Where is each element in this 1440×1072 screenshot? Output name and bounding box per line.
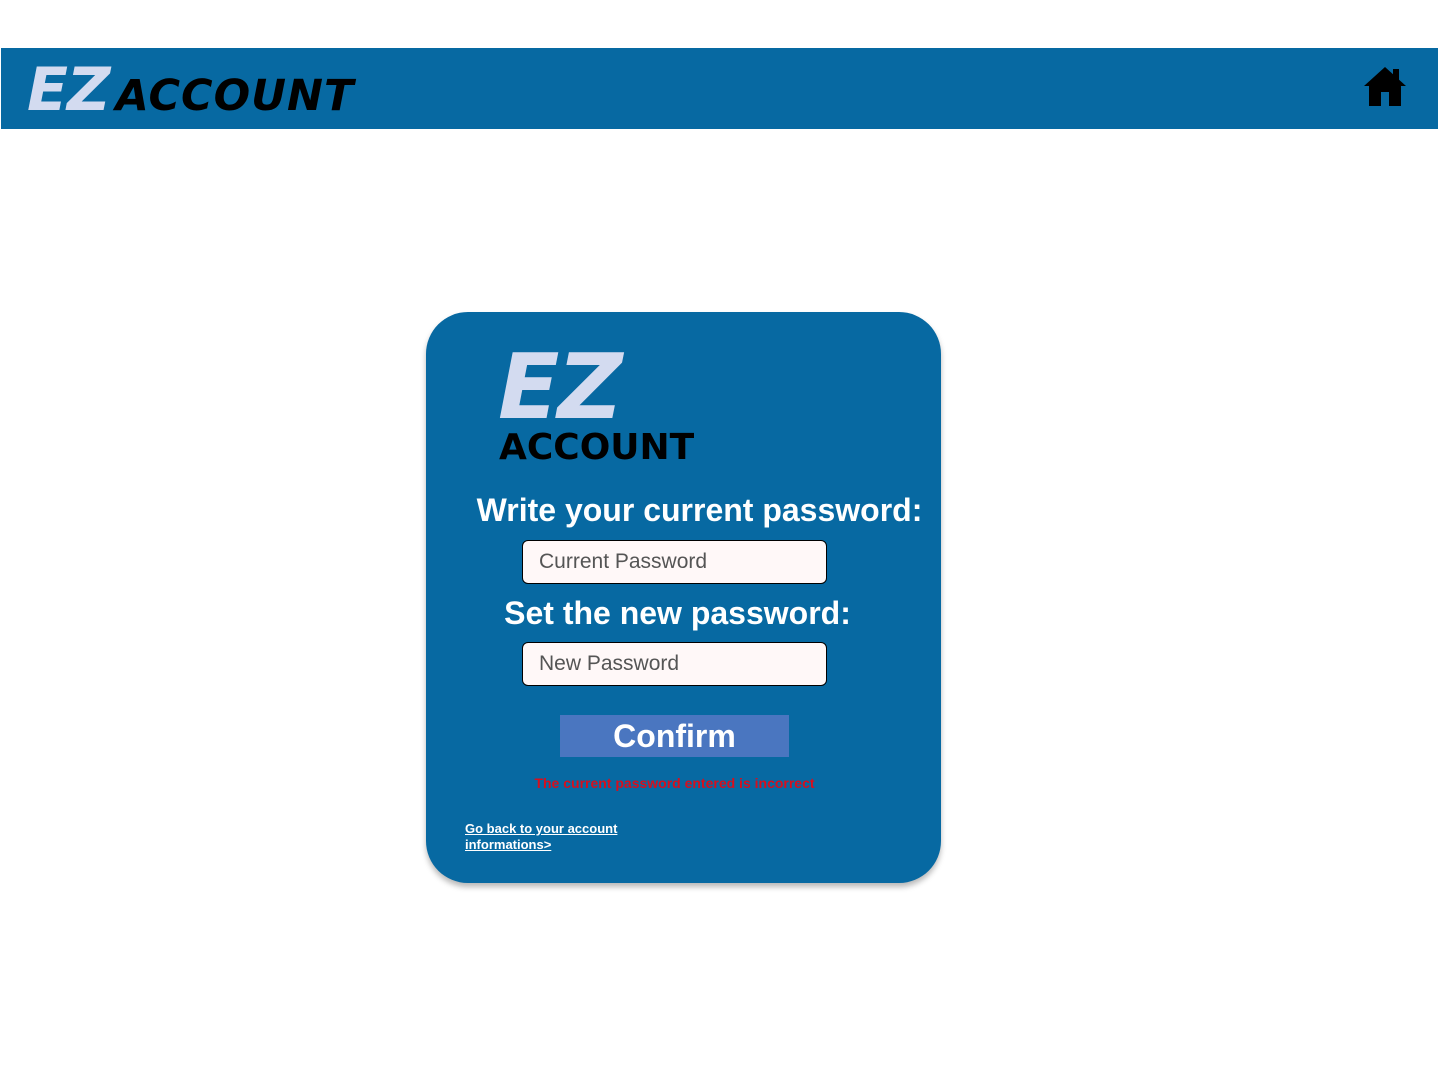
header-logo-ez: EZ [27, 55, 110, 125]
current-password-label: Write your current password: [476, 492, 923, 528]
confirm-button[interactable]: Confirm [560, 715, 789, 757]
card-logo-ez: EZ [498, 335, 623, 440]
card-logo-account: ACCOUNT [499, 427, 695, 468]
header-logo[interactable]: EZ ACCOUNT [27, 54, 354, 120]
new-password-label: Set the new password: [504, 595, 851, 631]
change-password-card: EZ ACCOUNT Write your current password: … [426, 312, 941, 883]
back-to-account-link[interactable]: Go back to your account informations> [465, 821, 635, 853]
error-message: The current password entered is incorrec… [534, 775, 815, 791]
new-password-input[interactable] [522, 642, 827, 686]
card-logo: EZ ACCOUNT [498, 335, 718, 468]
top-navbar: EZ ACCOUNT [1, 48, 1438, 129]
home-icon[interactable] [1363, 66, 1407, 108]
header-logo-account: ACCOUNT [115, 71, 355, 121]
current-password-input[interactable] [522, 540, 827, 584]
